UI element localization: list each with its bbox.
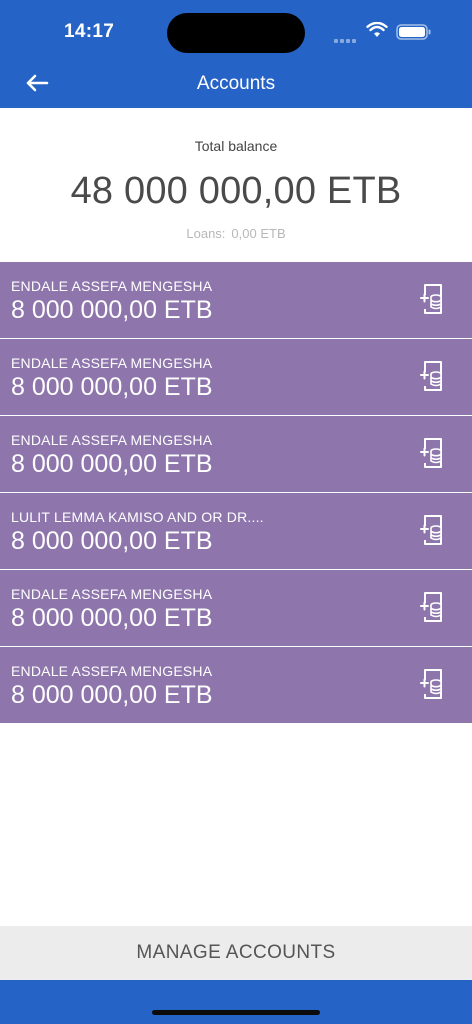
loans-label: Loans:	[186, 226, 226, 241]
account-holder-name: ENDALE ASSEFA MENGESHA	[11, 432, 213, 448]
account-balance: 8 000 000,00 ETB	[11, 604, 213, 632]
status-time: 14:17	[64, 21, 115, 42]
account-balance: 8 000 000,00 ETB	[11, 681, 213, 709]
account-balance: 8 000 000,00 ETB	[11, 373, 213, 401]
account-item[interactable]: ENDALE ASSEFA MENGESHA 8 000 000,00 ETB	[0, 570, 472, 647]
account-holder-name: ENDALE ASSEFA MENGESHA	[11, 355, 213, 371]
account-holder-name: ENDALE ASSEFA MENGESHA	[11, 586, 213, 602]
add-money-document-icon[interactable]	[420, 361, 446, 391]
dynamic-island	[167, 13, 305, 53]
add-money-document-icon[interactable]	[420, 284, 446, 314]
status-bar: 14:17	[0, 0, 472, 60]
cellular-signal-icon	[334, 30, 358, 48]
wifi-icon	[366, 22, 388, 37]
account-holder-name: LULIT LEMMA KAMISO AND OR DR....	[11, 509, 264, 525]
account-item[interactable]: ENDALE ASSEFA MENGESHA 8 000 000,00 ETB	[0, 262, 472, 339]
page-title: Accounts	[196, 73, 276, 94]
account-holder-name: ENDALE ASSEFA MENGESHA	[11, 278, 213, 294]
bottom-bar	[0, 980, 472, 1024]
loans-value: 0,00 ETB	[231, 226, 286, 241]
add-money-document-icon[interactable]	[420, 515, 446, 545]
account-balance: 8 000 000,00 ETB	[11, 296, 213, 324]
home-indicator[interactable]	[152, 1010, 320, 1015]
add-money-document-icon[interactable]	[420, 669, 446, 699]
battery-icon	[396, 24, 431, 40]
total-balance-label: Total balance	[194, 138, 278, 154]
account-balance: 8 000 000,00 ETB	[11, 450, 213, 478]
add-money-document-icon[interactable]	[420, 438, 446, 468]
nav-bar: Accounts	[0, 60, 472, 108]
loans-line: Loans: 0,00 ETB	[0, 226, 472, 241]
manage-accounts-button[interactable]: MANAGE ACCOUNTS	[0, 926, 472, 980]
add-money-document-icon[interactable]	[420, 592, 446, 622]
total-balance-amount: 48 000 000,00 ETB	[70, 170, 402, 212]
account-list: ENDALE ASSEFA MENGESHA 8 000 000,00 ETB …	[0, 262, 472, 724]
account-item[interactable]: ENDALE ASSEFA MENGESHA 8 000 000,00 ETB	[0, 339, 472, 416]
account-balance: 8 000 000,00 ETB	[11, 527, 213, 555]
account-item[interactable]: LULIT LEMMA KAMISO AND OR DR.... 8 000 0…	[0, 493, 472, 570]
account-item[interactable]: ENDALE ASSEFA MENGESHA 8 000 000,00 ETB	[0, 647, 472, 724]
balance-summary: Total balance 48 000 000,00 ETB Loans: 0,…	[0, 108, 472, 262]
account-holder-name: ENDALE ASSEFA MENGESHA	[11, 663, 213, 679]
account-item[interactable]: ENDALE ASSEFA MENGESHA 8 000 000,00 ETB	[0, 416, 472, 493]
